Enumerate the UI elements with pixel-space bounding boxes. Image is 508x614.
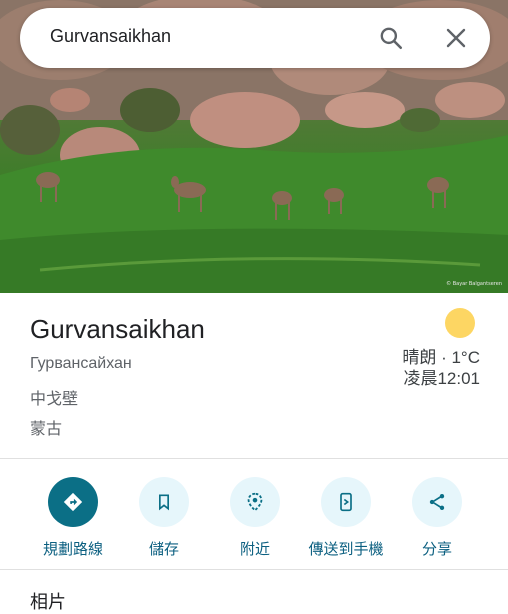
send-to-phone-icon bbox=[321, 477, 371, 527]
send-to-phone-button[interactable]: 傳送到手機 bbox=[296, 476, 396, 561]
local-time: 凌晨12:01 bbox=[403, 369, 480, 388]
photos-section-title: 相片 bbox=[30, 592, 66, 612]
divider bbox=[0, 458, 508, 459]
search-input[interactable]: Gurvansaikhan bbox=[50, 26, 171, 47]
send-to-phone-label: 傳送到手機 bbox=[308, 541, 384, 558]
share-label: 分享 bbox=[421, 541, 452, 558]
place-region: 中戈壁 bbox=[30, 391, 79, 408]
nearby-icon bbox=[230, 477, 280, 527]
place-country: 蒙古 bbox=[30, 421, 63, 438]
close-icon[interactable] bbox=[444, 26, 468, 50]
divider bbox=[0, 569, 508, 570]
save-button[interactable]: 儲存 bbox=[114, 476, 214, 561]
share-icon bbox=[412, 477, 462, 527]
bookmark-icon bbox=[139, 477, 189, 527]
photo-credit: © Bayar Balgantseren bbox=[446, 281, 502, 287]
place-native-name: Гурвансайхан bbox=[30, 355, 132, 372]
search-bar[interactable]: Gurvansaikhan bbox=[20, 8, 490, 68]
directions-icon bbox=[48, 477, 98, 527]
place-title: Gurvansaikhan bbox=[30, 314, 205, 344]
directions-button[interactable]: 規劃路線 bbox=[23, 476, 123, 561]
share-button[interactable]: 分享 bbox=[387, 476, 487, 561]
directions-label: 規劃路線 bbox=[42, 541, 103, 558]
save-label: 儲存 bbox=[148, 541, 179, 558]
search-icon[interactable] bbox=[378, 25, 404, 51]
nearby-button[interactable]: 附近 bbox=[205, 476, 305, 561]
sunny-weather-icon bbox=[445, 308, 475, 338]
nearby-label: 附近 bbox=[239, 541, 270, 558]
